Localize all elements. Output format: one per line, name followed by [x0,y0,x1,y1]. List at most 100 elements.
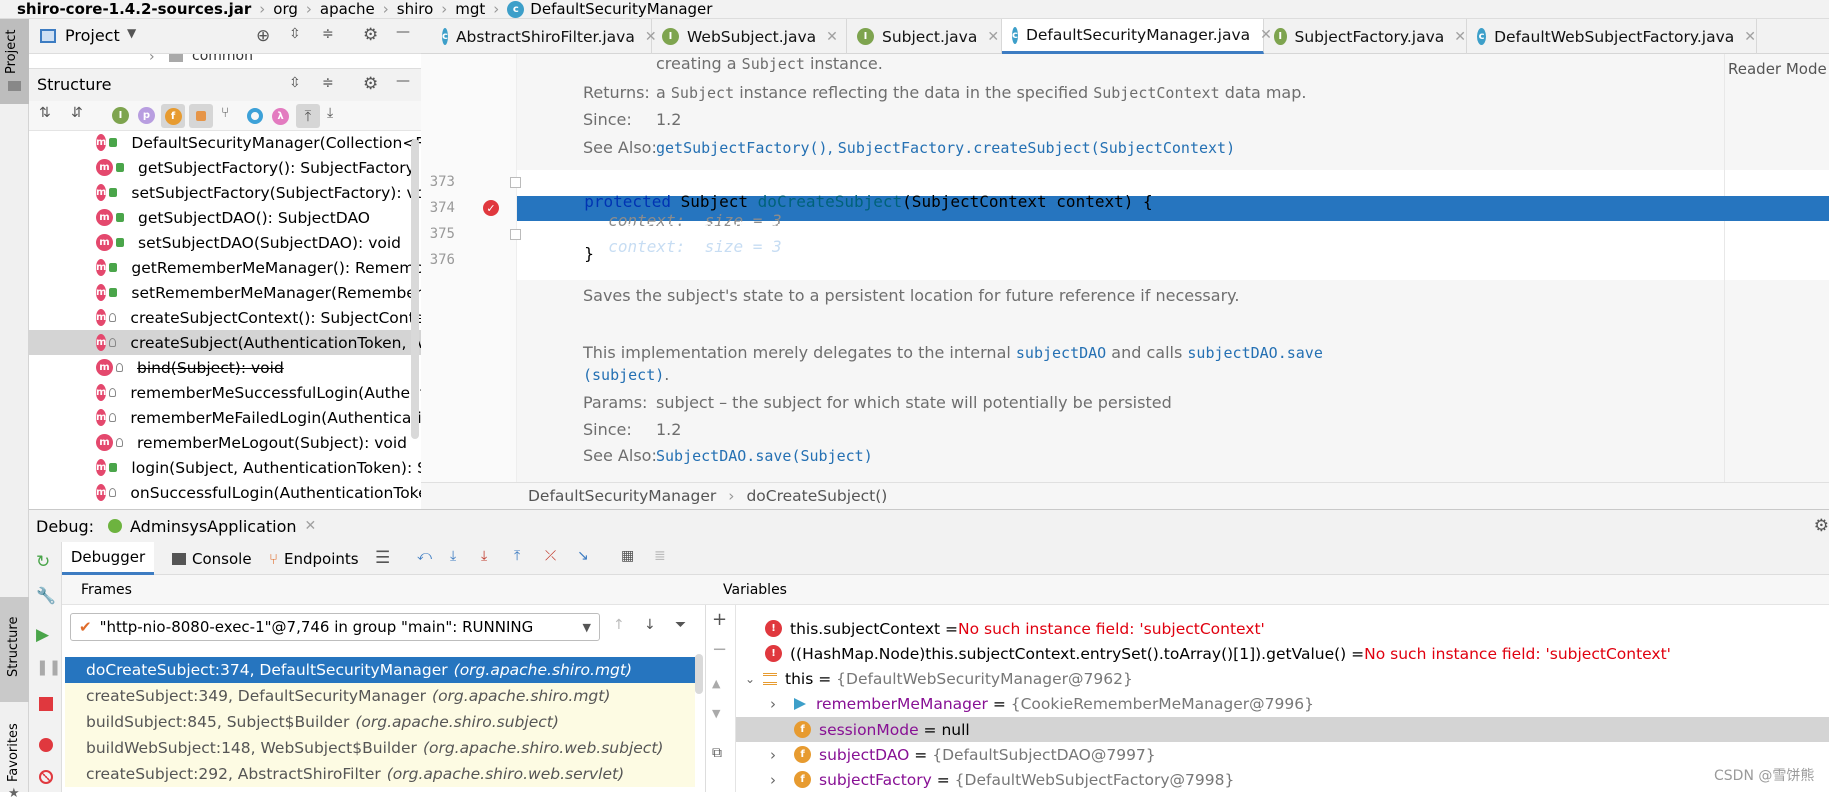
chevron-right-icon[interactable]: › [770,746,794,764]
minimize-icon[interactable]: — [396,73,416,93]
up-arrow-icon[interactable]: ↑ [613,617,633,637]
debug-session-tab[interactable]: AdminsysApplication [130,517,297,536]
editor-tab[interactable]: I WebSubject.java ✕ [652,19,847,54]
down-arrow-icon[interactable]: ↓ [644,617,664,637]
project-tree-item[interactable]: › common [29,54,421,68]
stop-icon[interactable] [39,697,53,711]
doc-link[interactable]: SubjectDAO.save(Subject) [656,447,873,465]
nav-pkg-org[interactable]: org [273,0,298,18]
stack-frame[interactable]: createSubject:292, AbstractShiroFilter (o… [65,761,695,787]
pause-icon[interactable]: ❚❚ [36,658,61,678]
structure-item[interactable]: m setRememberMeManager(RememberMe [29,280,421,305]
minimize-icon[interactable]: — [396,24,416,44]
nav-class[interactable]: DefaultSecurityManager [530,0,712,18]
chevron-down-icon[interactable]: ⌄ [745,672,763,686]
step-out-icon[interactable]: ⤒ [514,548,534,568]
fold-icon[interactable] [510,177,521,188]
structure-item[interactable]: m DefaultSecurityManager(Collection<Realm [29,131,421,155]
editor-tab[interactable]: I Subject.java ✕ [847,19,1002,54]
variable-this[interactable]: ⌄ this = {DefaultWebSecurityManager@7962… [745,666,1133,691]
structure-item[interactable]: m getSubjectDAO(): SubjectDAO [29,205,421,230]
nav-pkg-apache[interactable]: apache [320,0,375,18]
breadcrumb-method[interactable]: doCreateSubject() [746,487,887,505]
editor-tab[interactable]: c DefaultWebSubjectFactory.java ✕ [1467,19,1757,54]
copy-icon[interactable]: ⧉ [712,745,732,765]
evaluate-expression-icon[interactable]: ▦ [621,548,641,568]
watch-error-2[interactable]: ! ((HashMap.Node)this.subjectContext.ent… [765,641,1671,666]
variable-session-mode[interactable]: f sessionMode = null [794,717,970,742]
doc-link[interactable]: subjectDAO [1016,344,1106,362]
sort-visibility-icon[interactable]: ⇅ [39,105,59,125]
show-execution-point-icon[interactable]: ⤺ [417,548,437,568]
stack-frame[interactable]: createSubject:349, DefaultSecurityManage… [65,683,695,709]
show-lambdas-icon[interactable]: λ [272,108,289,125]
structure-item[interactable]: m setSubjectFactory(SubjectFactory): void [29,180,421,205]
nav-pkg-shiro[interactable]: shiro [397,0,434,18]
show-properties-icon[interactable]: p [138,107,155,124]
structure-item[interactable]: m setSubjectDAO(SubjectDAO): void [29,230,421,255]
menu-icon[interactable]: ☰ [375,548,395,568]
frames-scrollbar[interactable] [695,654,703,694]
structure-item[interactable]: m login(Subject, AuthenticationToken): Su… [29,455,421,480]
variable-remember-me-manager[interactable]: › rememberMeManager = {CookieRememberMeM… [770,691,1314,716]
show-fields-icon[interactable]: f [161,104,185,128]
add-watch-icon[interactable]: + [712,609,732,630]
gear-icon[interactable]: ⚙ [363,74,383,94]
collapse-all-icon[interactable]: ≑ [322,75,342,95]
variable-subject-factory[interactable]: › f subjectFactory = {DefaultWebSubjectF… [770,767,1234,792]
tab-debugger[interactable]: Debugger [62,542,154,575]
view-breakpoints-icon[interactable] [39,738,53,752]
gear-icon[interactable]: ⚙ [1814,516,1829,536]
rerun-icon[interactable]: ↻ [36,552,56,572]
chevron-down-icon[interactable]: ▼ [127,26,136,40]
expand-all-icon[interactable]: ⇳ [289,75,309,95]
favorites-tool-button[interactable]: Favorites ★ [0,712,29,801]
breadcrumb-class[interactable]: DefaultSecurityManager [528,487,716,505]
autoscroll-to-source-icon[interactable]: ⤒ [296,104,320,128]
project-tool-button[interactable]: Project [0,19,29,104]
resume-icon[interactable]: ▶ [36,625,56,645]
drop-frame-icon[interactable]: ⤫ [545,548,565,568]
close-icon[interactable]: ✕ [987,29,999,45]
autoscroll-from-source-icon[interactable]: ⤓ [327,105,347,125]
editor-tab[interactable]: c DefaultSecurityManager.java ✕ [1002,19,1272,54]
show-lambdas-ring-icon[interactable] [247,108,263,124]
show-non-public-icon[interactable] [189,104,213,128]
move-up-icon[interactable]: ▲ [712,677,732,697]
close-icon[interactable]: ✕ [1744,29,1756,45]
collapse-all-icon[interactable]: ≑ [322,26,342,46]
watch-error-1[interactable]: ! this.subjectContext = No such instance… [765,616,1265,641]
structure-item[interactable]: m rememberMeLogout(Subject): void [29,430,421,455]
step-over-icon[interactable]: ⤓ [450,548,470,568]
structure-tool-button[interactable]: Structure [0,597,29,702]
doc-link[interactable]: getSubjectFactory() [656,139,828,157]
step-into-icon[interactable]: ⤓ [481,548,501,568]
editor-tab[interactable]: c AbstractShiroFilter.java ✕ [432,19,657,54]
run-to-cursor-icon[interactable]: ↘ [577,548,597,568]
doc-link[interactable]: subjectDAO.save [1187,344,1322,362]
structure-item[interactable]: m getSubjectFactory(): SubjectFactory [29,155,421,180]
structure-item[interactable]: m rememberMeFailedLogin(AuthenticationTo [29,405,421,430]
doc-link[interactable]: SubjectFactory.createSubject(SubjectCont… [838,139,1235,157]
structure-item[interactable]: m onSuccessfulLogin(AuthenticationToken, … [29,480,421,505]
structure-item[interactable]: m createSubject(AuthenticationToken, Auth… [29,330,421,355]
reader-mode-button[interactable]: Reader Mode [1728,60,1827,78]
tab-endpoints[interactable]: ⑂ Endpoints [269,542,359,575]
show-anonymous-icon[interactable]: ⑂ [221,105,241,125]
stack-frame[interactable]: buildSubject:845, Subject$Builder (org.ap… [65,709,695,735]
filter-icon[interactable]: ⏷ [675,617,695,637]
nav-pkg-mgt[interactable]: mgt [455,0,485,18]
stack-frame[interactable]: doCreateSubject:374, DefaultSecurityMana… [65,657,695,683]
project-title[interactable]: Project [65,26,120,45]
structure-item[interactable]: m bind(Subject): void [29,355,421,380]
thread-selector[interactable]: ✔ "http-nio-8080-exec-1"@7,746 in group … [70,613,600,641]
show-inherited-icon[interactable]: I [112,107,129,124]
expand-all-icon[interactable]: ⇳ [289,26,309,46]
doc-link[interactable]: (subject) [583,366,664,384]
gear-icon[interactable]: ⚙ [363,25,383,45]
close-icon[interactable]: ✕ [826,29,838,45]
chevron-right-icon[interactable]: › [770,695,794,713]
remove-watch-icon[interactable]: − [712,639,732,660]
close-icon[interactable]: ✕ [305,518,317,534]
move-down-icon[interactable]: ▼ [712,707,732,727]
